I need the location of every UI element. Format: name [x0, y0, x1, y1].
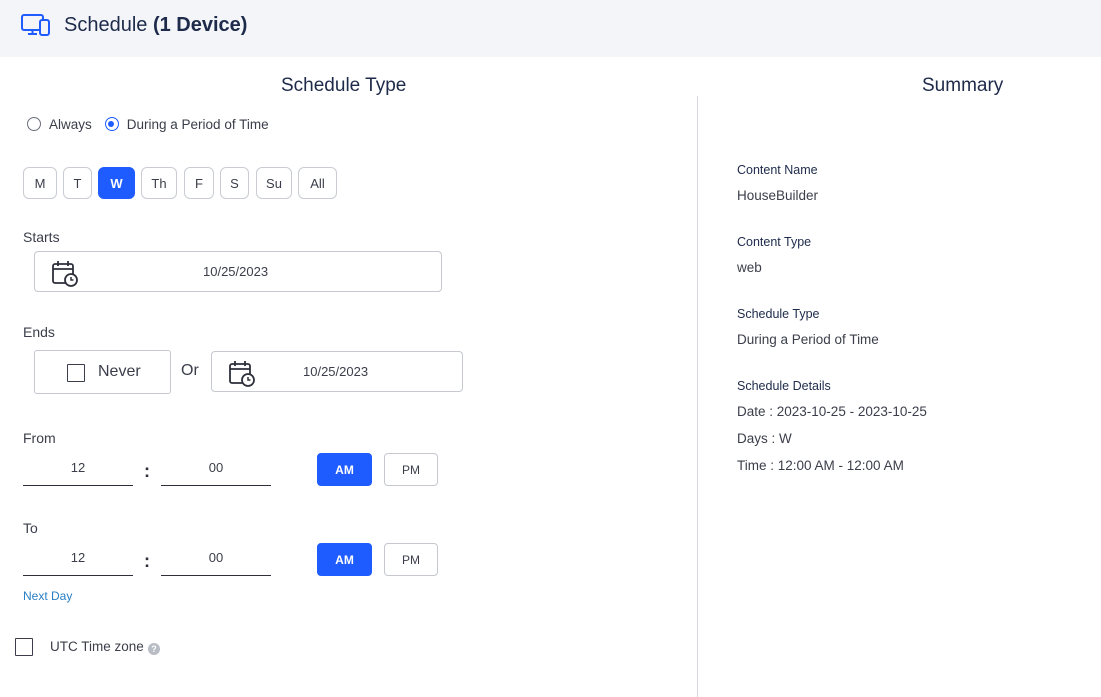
- radio-period[interactable]: [104, 117, 119, 131]
- device-count: (1 Device): [152, 14, 248, 36]
- summary-content-type-value: web: [737, 260, 762, 275]
- from-hour-input[interactable]: 12: [23, 454, 133, 486]
- from-minute-input[interactable]: 00: [161, 454, 271, 486]
- never-label: Never: [98, 363, 141, 380]
- question-circle-icon[interactable]: ?: [148, 643, 160, 655]
- day-button-all[interactable]: All: [298, 167, 337, 199]
- end-date-value: 10/25/2023: [303, 364, 369, 379]
- start-date-value: 10/25/2023: [203, 264, 269, 279]
- starts-label: Starts: [23, 229, 60, 245]
- to-minute-input[interactable]: 00: [161, 544, 271, 576]
- from-time-separator: :: [144, 461, 150, 481]
- day-button-sun[interactable]: Su: [256, 167, 292, 199]
- summary-content-type-key: Content Type: [737, 235, 812, 249]
- devices-icon: [21, 14, 50, 36]
- utc-label: UTC Time zone: [50, 639, 144, 654]
- next-day-link[interactable]: Next Day: [23, 589, 72, 603]
- summary-details-date: Date : 2023-10-25 - 2023-10-25: [737, 404, 927, 419]
- radio-always-label[interactable]: Always: [49, 117, 92, 132]
- schedule-type-radio-group: Always During a Period of Time: [27, 115, 282, 133]
- summary-details-key: Schedule Details: [737, 379, 831, 393]
- radio-period-label[interactable]: During a Period of Time: [127, 117, 269, 132]
- to-label: To: [23, 520, 38, 536]
- summary-details-days: Days : W: [737, 431, 792, 446]
- page-title: Schedule (1 Device): [64, 13, 247, 37]
- day-button-thu[interactable]: Th: [141, 167, 177, 199]
- summary-details-time: Time : 12:00 AM - 12:00 AM: [737, 458, 904, 473]
- calendar-clock-icon: [229, 361, 255, 387]
- day-button-wed[interactable]: W: [98, 167, 135, 199]
- to-am-button[interactable]: AM: [317, 543, 372, 576]
- summary-schedule-type-value: During a Period of Time: [737, 332, 879, 347]
- column-divider: [697, 96, 698, 697]
- calendar-clock-icon: [52, 261, 78, 287]
- day-button-fri[interactable]: F: [184, 167, 214, 199]
- from-am-button[interactable]: AM: [317, 453, 372, 486]
- never-checkbox-box[interactable]: Never: [34, 350, 171, 394]
- summary-schedule-type-key: Schedule Type: [737, 307, 820, 321]
- page-header: Schedule (1 Device): [0, 0, 1101, 57]
- day-button-sat[interactable]: S: [220, 167, 249, 199]
- to-pm-button[interactable]: PM: [384, 543, 438, 576]
- end-date-picker[interactable]: 10/25/2023: [211, 351, 463, 392]
- summary-heading: Summary: [922, 75, 1004, 96]
- schedule-type-heading: Schedule Type: [281, 75, 407, 96]
- summary-content-name-key: Content Name: [737, 163, 818, 177]
- never-checkbox[interactable]: [67, 364, 85, 382]
- to-hour-input[interactable]: 12: [23, 544, 133, 576]
- start-date-picker[interactable]: 10/25/2023: [34, 251, 442, 292]
- from-pm-button[interactable]: PM: [384, 453, 438, 486]
- title-prefix: Schedule: [64, 14, 148, 36]
- utc-checkbox[interactable]: [15, 638, 33, 656]
- or-label: Or: [181, 362, 199, 379]
- day-button-tue[interactable]: T: [63, 167, 92, 199]
- to-time-separator: :: [144, 551, 150, 571]
- from-label: From: [23, 430, 56, 446]
- ends-label: Ends: [23, 324, 55, 340]
- radio-always[interactable]: [27, 117, 41, 131]
- day-button-mon[interactable]: M: [23, 167, 57, 199]
- summary-content-name-value: HouseBuilder: [737, 188, 819, 203]
